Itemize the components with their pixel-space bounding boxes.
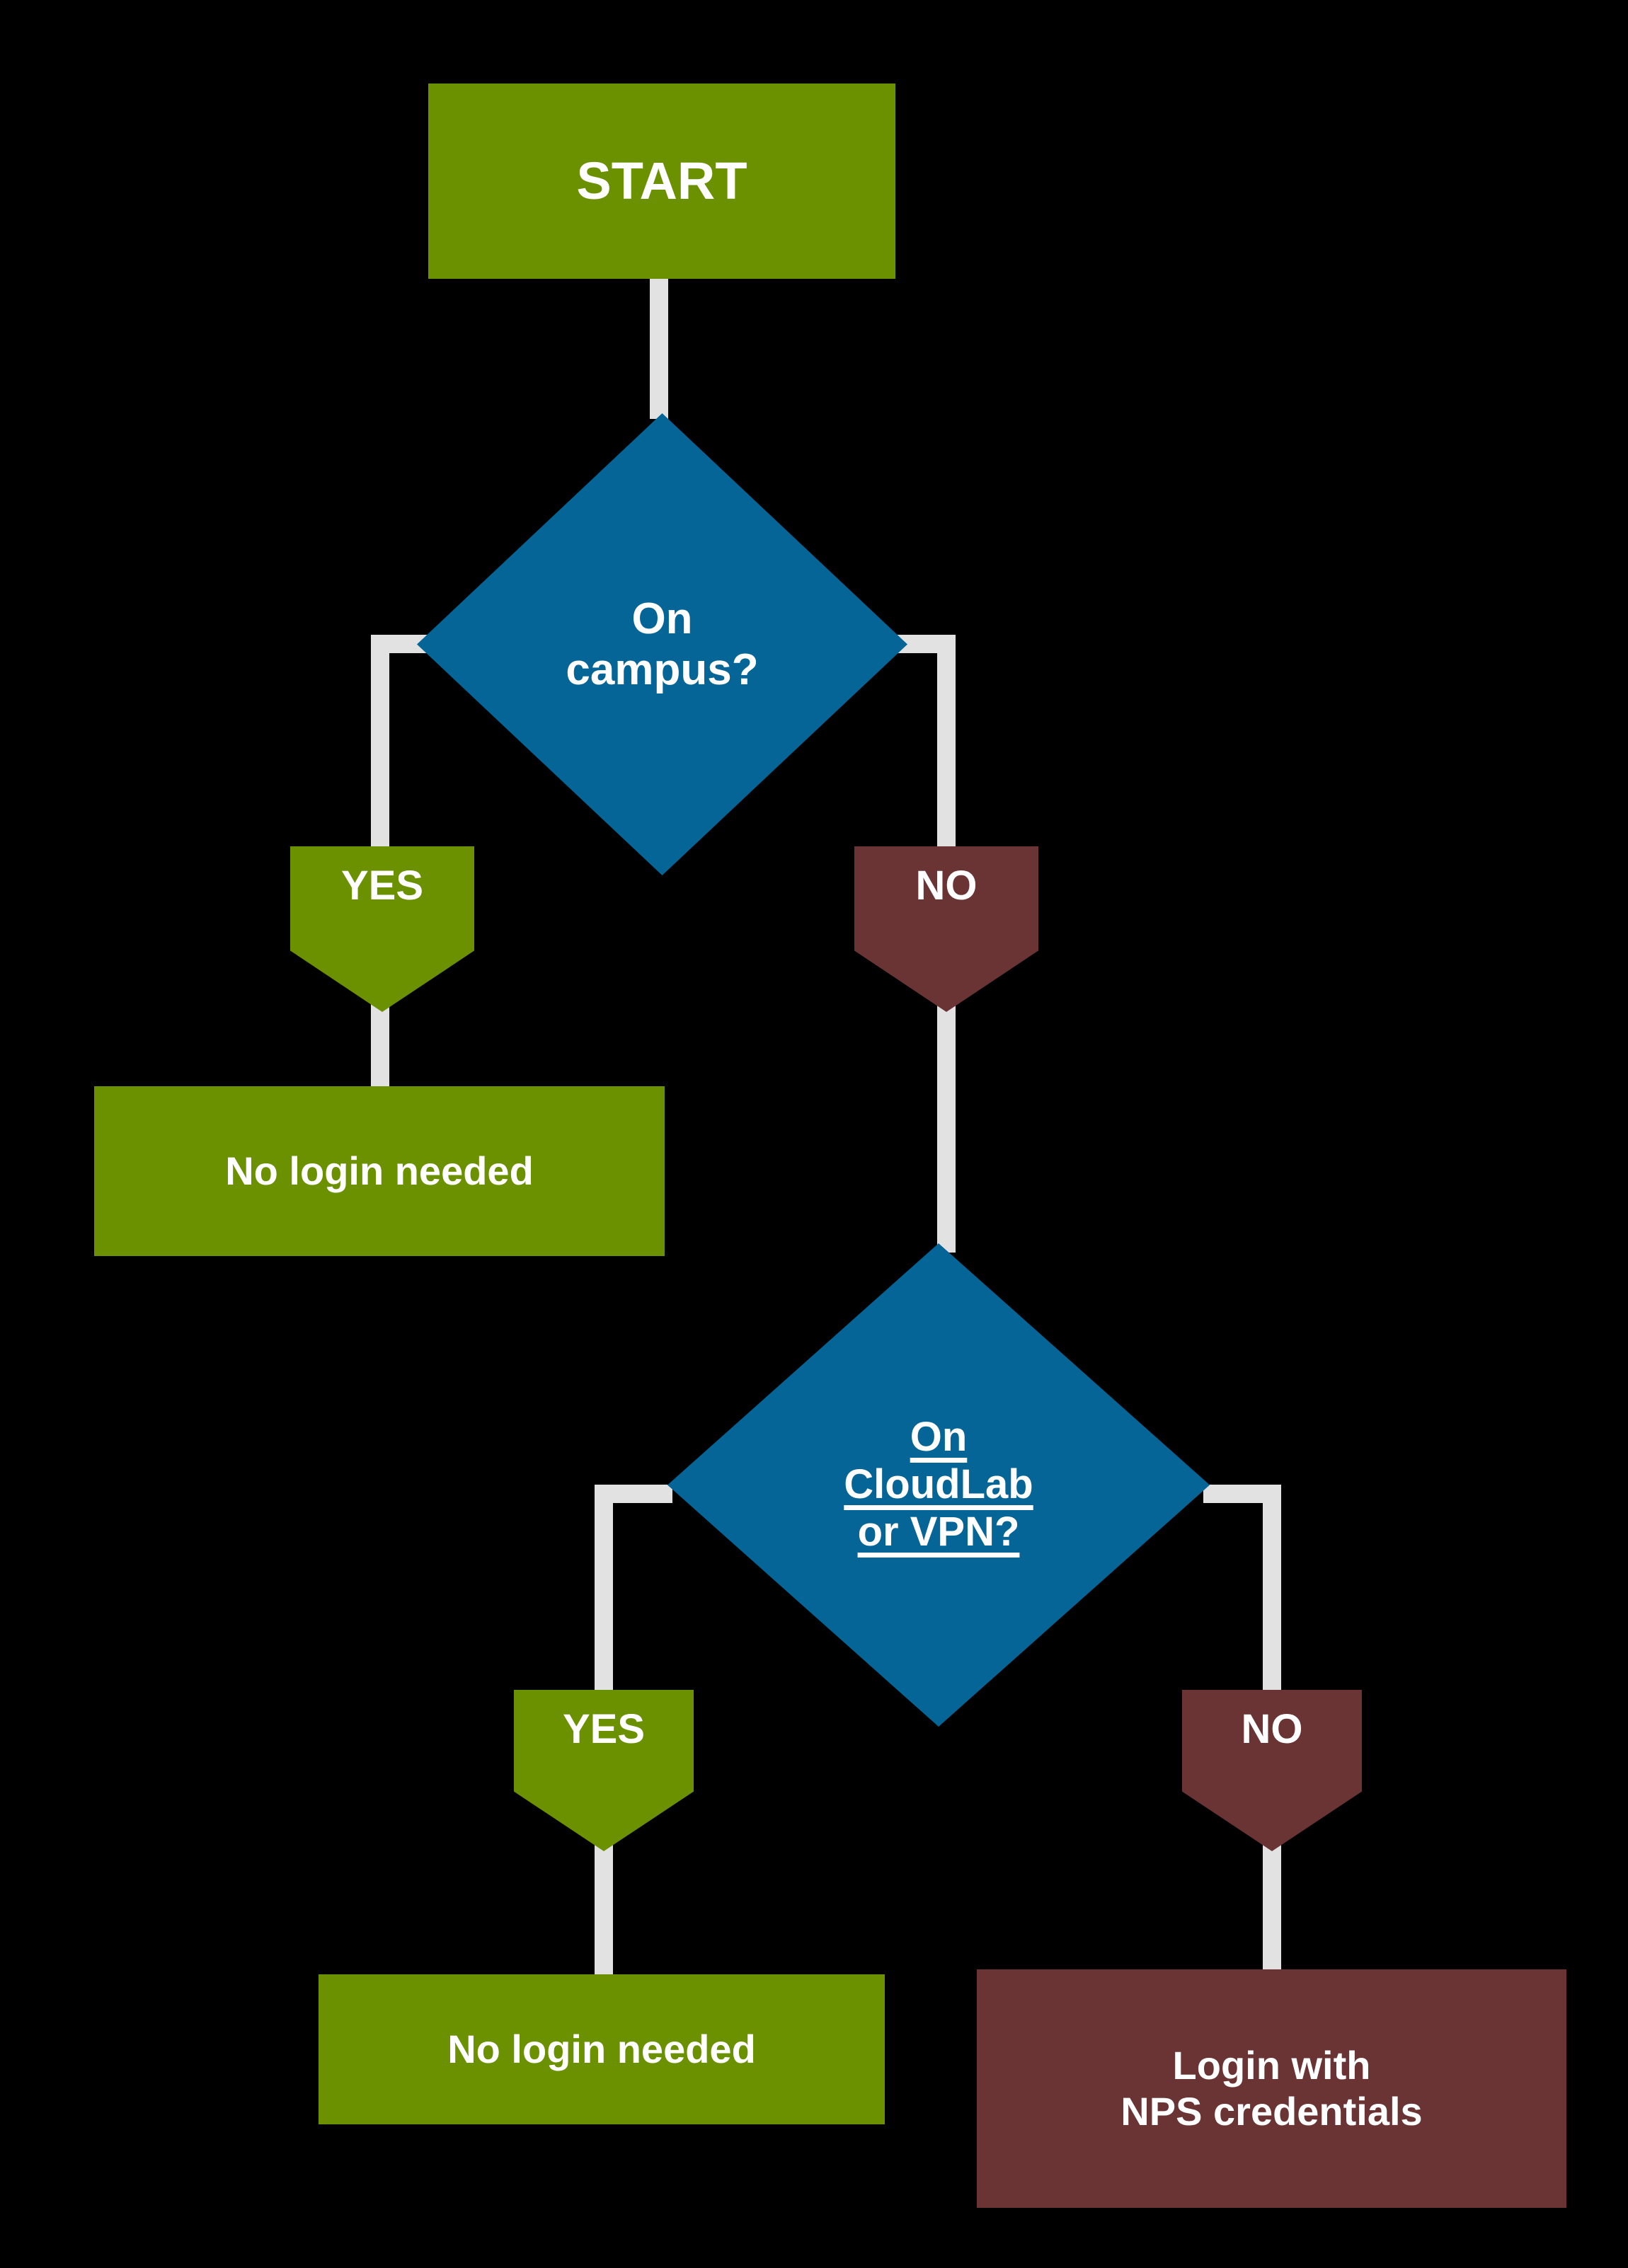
result-no-login-1-label: No login needed <box>225 1148 534 1193</box>
node-result-no-login-1[interactable]: No login needed <box>94 1086 665 1256</box>
branch-no-campus-label: NO <box>915 863 978 909</box>
branch-no-cloudlab-label: NO <box>1241 1706 1303 1752</box>
decision-campus-line2: campus? <box>566 645 759 694</box>
connector-no2-to-login <box>1263 1833 1281 1974</box>
connector-cloudlab-yes-vertical <box>595 1485 613 1697</box>
node-start[interactable]: START <box>428 84 895 279</box>
decision-cloudlab-line2: CloudLab <box>844 1461 1033 1508</box>
node-branch-no-campus[interactable]: NO <box>854 846 1038 1012</box>
node-decision-cloudlab-vpn[interactable]: On CloudLab or VPN? <box>667 1243 1210 1727</box>
node-result-no-login-2[interactable]: No login needed <box>319 1974 885 2124</box>
result-no-login-2-label: No login needed <box>447 2026 756 2071</box>
node-decision-cloudlab-vpn-text: On CloudLab or VPN? <box>755 1414 1123 1555</box>
connector-campus-yes-vertical <box>371 635 389 854</box>
result-login-nps-text: Login with NPS credentials <box>1120 2043 1422 2134</box>
node-branch-yes-cloudlab[interactable]: YES <box>514 1690 694 1851</box>
branch-yes-campus-label: YES <box>340 863 424 909</box>
decision-cloudlab-line1: On <box>910 1414 968 1461</box>
branch-yes-cloudlab-label: YES <box>562 1706 646 1752</box>
connector-campus-no-vertical <box>937 635 956 854</box>
result-login-nps-line2: NPS credentials <box>1120 2088 1423 2134</box>
node-start-label: START <box>576 151 747 211</box>
node-decision-on-campus[interactable]: On campus? <box>417 413 907 875</box>
decision-campus-line1: On <box>631 594 693 644</box>
flowchart-canvas: START On campus? YES NO No login needed … <box>0 0 1628 2268</box>
connector-yes2-to-nologin2 <box>595 1833 613 1981</box>
connector-cloudlab-no-vertical <box>1263 1485 1281 1697</box>
node-branch-no-cloudlab[interactable]: NO <box>1182 1690 1362 1851</box>
node-branch-yes-campus[interactable]: YES <box>290 846 474 1012</box>
connector-no1-to-cloudlab <box>937 991 956 1253</box>
connector-start-to-campus <box>650 277 668 419</box>
result-login-nps-line1: Login with <box>1172 2043 1371 2088</box>
node-decision-on-campus-text: On campus? <box>510 594 815 695</box>
node-result-login-nps[interactable]: Login with NPS credentials <box>977 1969 1566 2208</box>
decision-cloudlab-line3: or VPN? <box>857 1508 1020 1555</box>
